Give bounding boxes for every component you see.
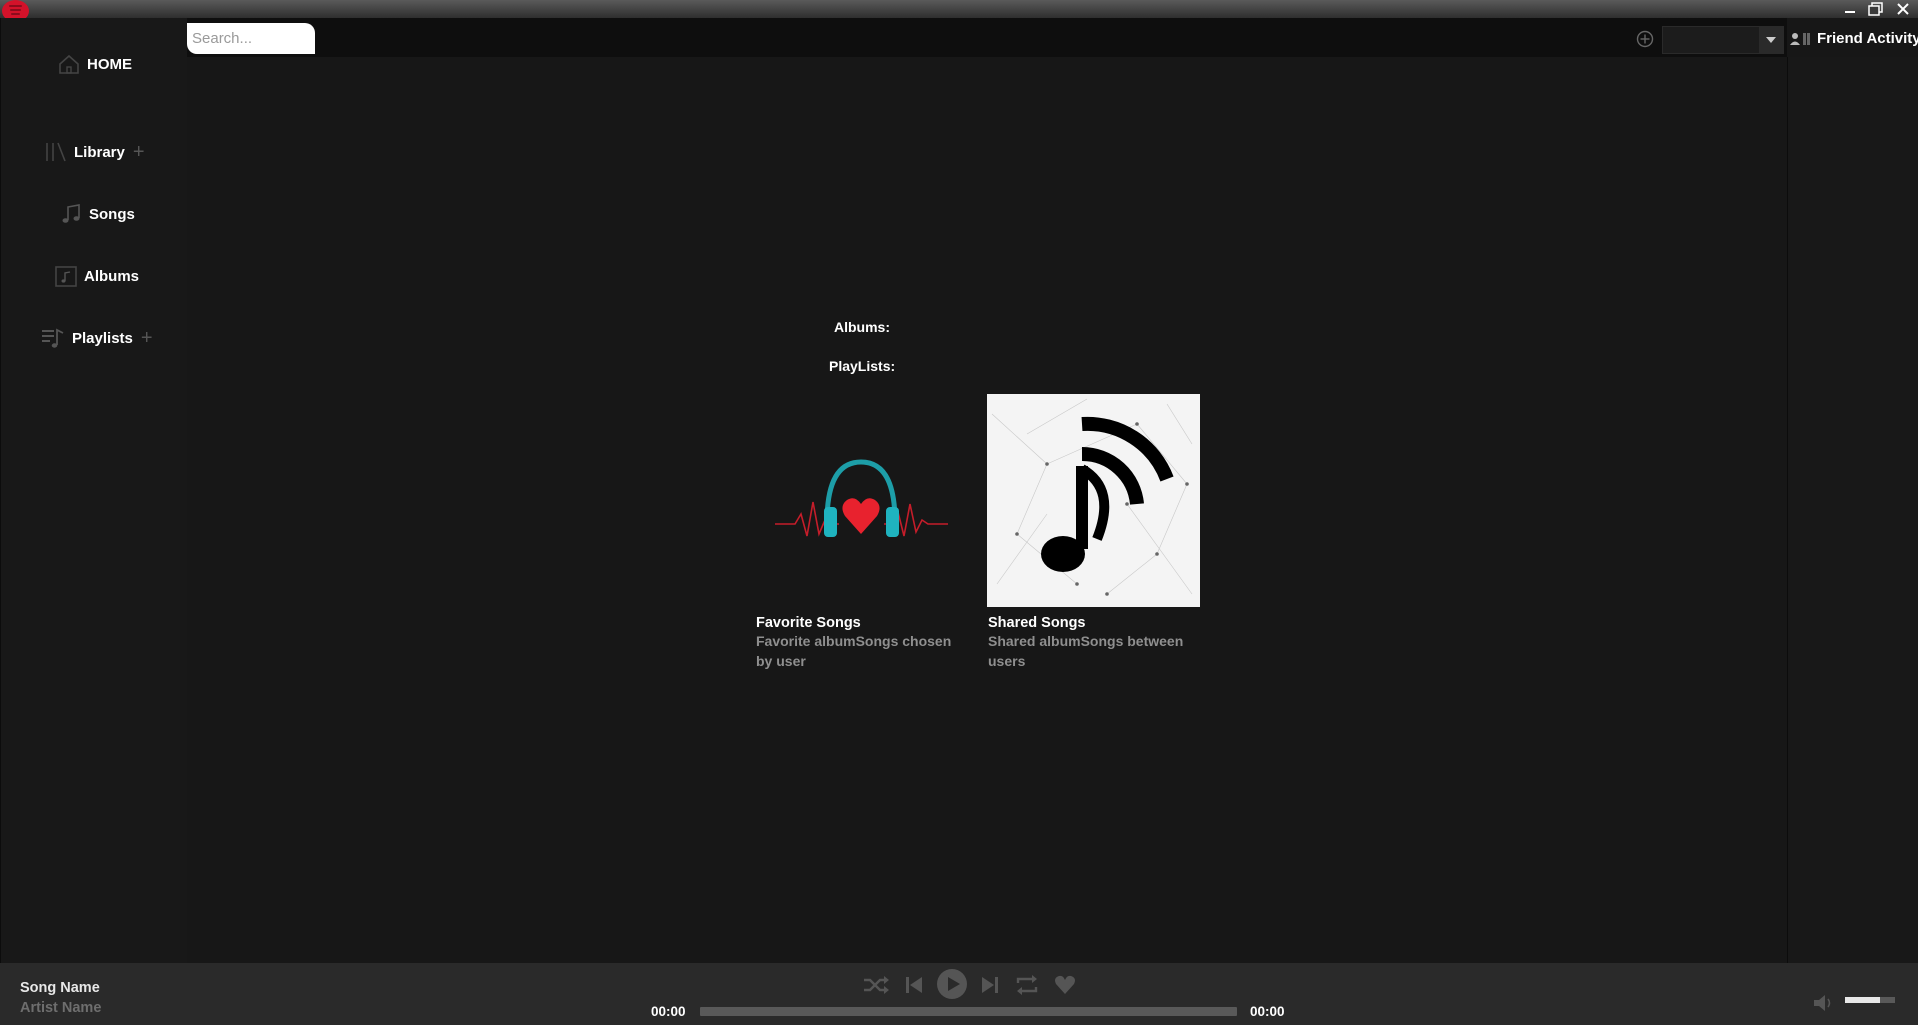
friend-activity-header[interactable]: Friend Activity <box>1790 30 1918 47</box>
shared-music-note-art <box>987 394 1200 607</box>
friend-activity-panel <box>1787 57 1918 963</box>
album-icon <box>55 266 77 287</box>
sidebar-item-songs[interactable]: Songs <box>59 202 135 226</box>
volume-slider[interactable] <box>1845 997 1895 1003</box>
heart-icon[interactable] <box>1054 975 1076 995</box>
friends-icon <box>1790 32 1810 45</box>
maximize-button[interactable] <box>1864 0 1888 18</box>
playlist-name: Favorite Songs <box>756 615 861 631</box>
library-icon <box>46 142 66 162</box>
sidebar-item-label: Library <box>74 143 125 161</box>
title-bar <box>0 0 1918 22</box>
sidebar-item-home[interactable]: HOME <box>57 53 132 75</box>
previous-icon[interactable] <box>904 975 924 995</box>
playlist-card-favorite-songs[interactable]: Favorite Songs Favorite albumSongs chose… <box>755 394 968 671</box>
sidebar-item-label: Playlists <box>72 329 133 347</box>
sidebar: HOME Library + Songs Albums Playlists + <box>0 18 188 963</box>
total-time: 00:00 <box>1250 1004 1285 1019</box>
playlist-description: Shared albumSongs between users <box>988 633 1184 669</box>
search-input[interactable] <box>187 23 315 54</box>
close-button[interactable] <box>1891 0 1915 18</box>
song-name: Song Name <box>20 980 100 996</box>
add-circle-icon[interactable] <box>1636 30 1654 48</box>
friend-activity-label: Friend Activity <box>1817 30 1918 47</box>
player-bar: Song Name Artist Name 00:00 00:00 <box>0 963 1918 1025</box>
sidebar-item-label: Songs <box>89 205 135 223</box>
progress-bar[interactable] <box>700 1007 1237 1016</box>
playlists-heading: PlayLists: <box>829 358 896 374</box>
shuffle-icon[interactable] <box>862 975 890 995</box>
play-icon[interactable] <box>936 968 968 1000</box>
music-note-icon <box>62 204 80 223</box>
sidebar-item-label: Albums <box>84 267 140 285</box>
account-dropdown[interactable] <box>1662 26 1784 54</box>
home-icon <box>59 54 79 74</box>
sidebar-item-playlists[interactable]: Playlists + <box>40 326 153 350</box>
playlist-name: Shared Songs <box>988 615 1086 631</box>
minimize-button[interactable] <box>1838 0 1862 18</box>
add-library-button[interactable]: + <box>133 142 145 162</box>
artist-name: Artist Name <box>20 1000 102 1016</box>
sidebar-item-library[interactable]: Library + <box>44 140 145 164</box>
add-playlist-button[interactable]: + <box>141 328 153 348</box>
playlist-description: Favorite albumSongs chosen by user <box>756 633 952 669</box>
playlist-icon <box>42 328 64 348</box>
playlist-card-shared-songs[interactable]: Shared Songs Shared albumSongs between u… <box>987 394 1200 671</box>
albums-heading: Albums: <box>834 319 890 335</box>
next-icon[interactable] <box>980 975 1000 995</box>
volume-icon[interactable] <box>1812 994 1836 1012</box>
volume-fill <box>1845 997 1880 1003</box>
current-time: 00:00 <box>651 1004 686 1019</box>
headphones-heart-art <box>755 394 968 607</box>
chevron-down-icon[interactable] <box>1759 27 1783 53</box>
repeat-icon[interactable] <box>1014 974 1040 996</box>
sidebar-item-albums[interactable]: Albums <box>54 264 139 288</box>
top-bar <box>187 18 1787 57</box>
sidebar-item-label: HOME <box>87 55 132 73</box>
